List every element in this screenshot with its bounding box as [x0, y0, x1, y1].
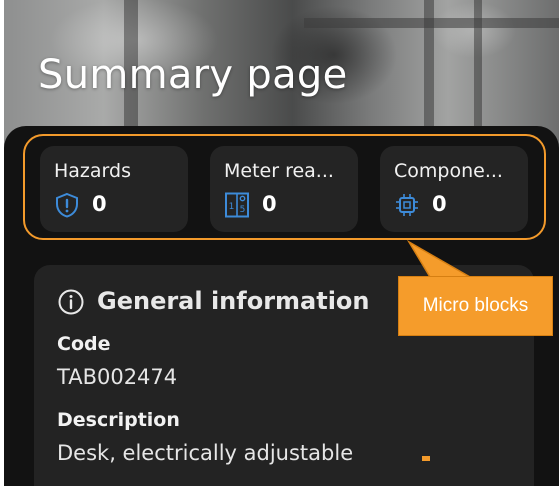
description-value: Desk, electrically adjustable	[57, 441, 354, 465]
code-label: Code	[57, 333, 111, 355]
page-title: Summary page	[38, 52, 348, 98]
info-icon	[58, 289, 84, 315]
micro-blocks-highlight-outline	[23, 134, 546, 240]
code-value: TAB002474	[57, 365, 178, 389]
general-information-title: General information	[97, 287, 370, 315]
annotation-marker	[422, 456, 430, 461]
screen: Summary page Hazards 0 Meter rea... 1 5 …	[4, 0, 559, 486]
micro-blocks-callout: Micro blocks	[398, 276, 553, 336]
description-label: Description	[57, 409, 180, 431]
